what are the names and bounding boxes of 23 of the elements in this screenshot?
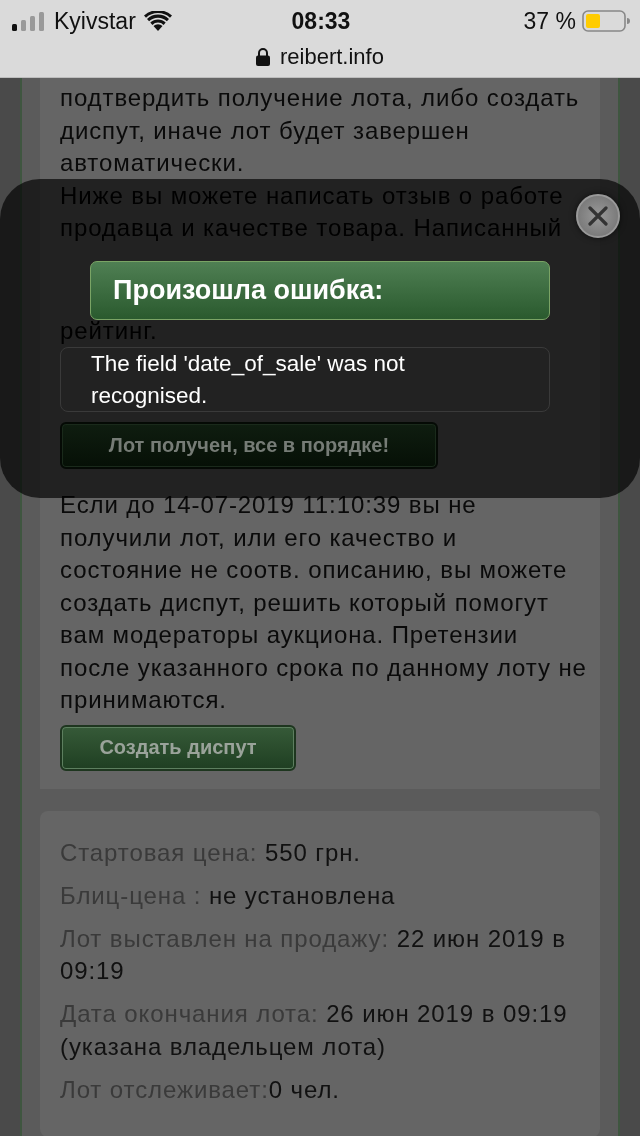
wifi-icon xyxy=(143,11,172,31)
close-icon xyxy=(588,206,608,226)
dispute-button[interactable]: Создать диспут xyxy=(60,724,296,771)
battery-percent: 37 % xyxy=(523,7,576,35)
notice-text: вам модераторы аукциона. Претензии xyxy=(60,620,520,650)
notice-text: подтвердить получение лота, либо создать xyxy=(60,83,581,113)
confirm-button[interactable]: Лот получен, все в порядке! xyxy=(60,422,438,469)
error-title: Произошла ошибка: xyxy=(113,275,384,306)
url-text[interactable]: reibert.info xyxy=(280,44,384,70)
notice-text: получили лот, или его качество и xyxy=(60,522,459,553)
carrier-name: Kyivstar xyxy=(54,7,136,35)
lock-icon xyxy=(256,48,270,66)
error-message: The field 'date_of_sale' was not recognised. xyxy=(60,347,550,412)
notice-text: диспут, иначе лот будет завершен xyxy=(60,115,471,146)
clock-time: 08:33 xyxy=(291,7,351,35)
notice-text: автоматически. xyxy=(60,148,246,178)
battery-icon xyxy=(582,10,630,32)
notice-text: после указанного срока по данному лоту не xyxy=(60,652,588,683)
notice-text: принимаются. xyxy=(60,685,228,715)
notice-text: состояние не соотв. описанию, вы можете xyxy=(60,555,569,585)
notice-text: Если до 14-07-2019 11:10:39 вы не xyxy=(60,490,478,520)
notice-text: создать диспут, решить который помогут xyxy=(60,587,550,618)
signal-icon xyxy=(12,11,46,31)
